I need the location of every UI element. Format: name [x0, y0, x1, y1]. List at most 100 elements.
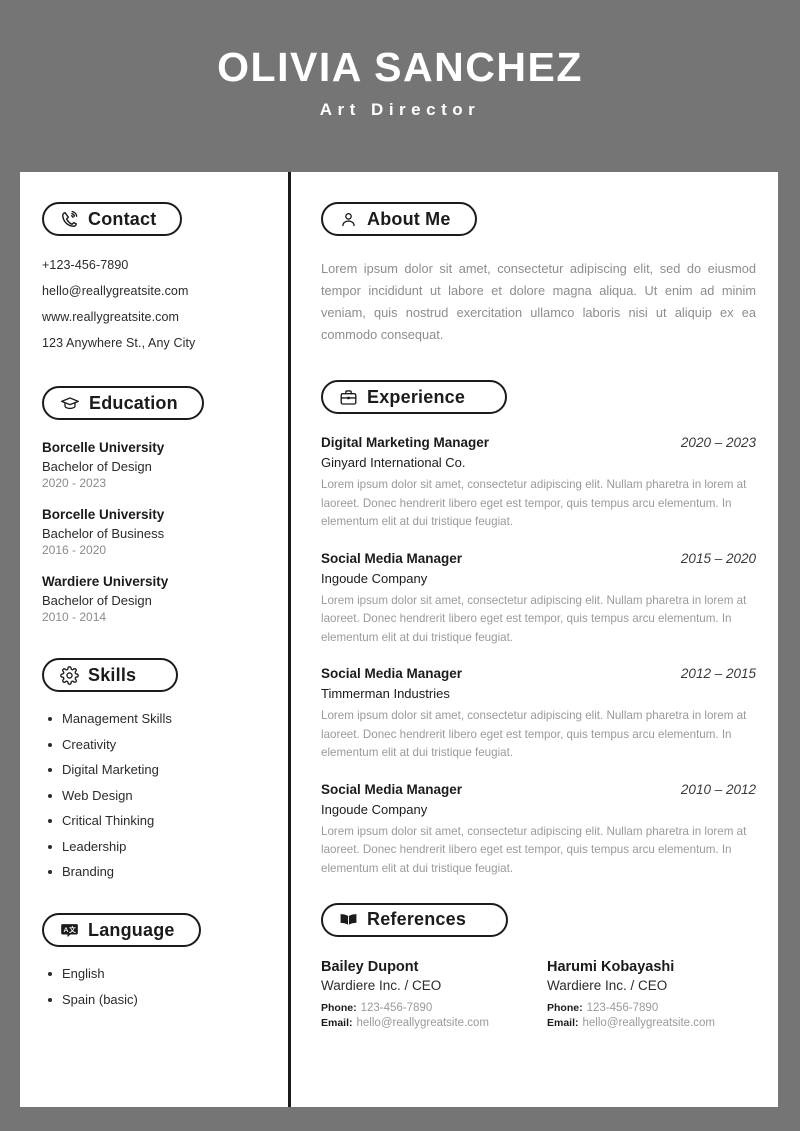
experience-header: Social Media Manager 2010 – 2012	[321, 782, 756, 797]
education-degree: Bachelor of Design	[42, 593, 152, 608]
experience-company: Ingoude Company	[321, 570, 428, 586]
email-label: Email:	[321, 1016, 353, 1029]
education-years: 2010 - 2014	[42, 610, 107, 624]
email-label: Email:	[547, 1016, 579, 1029]
list-item: Management Skills	[42, 711, 266, 726]
list-item: Digital Marketing	[42, 762, 266, 777]
references-list: Bailey Dupont Wardiere Inc. / CEO Phone:…	[321, 959, 756, 1032]
education-school: Wardiere University	[42, 574, 169, 589]
experience-header: Social Media Manager 2012 – 2015	[321, 666, 756, 681]
left-column: Contact +123-456-7890 hello@reallygreats…	[20, 172, 288, 1107]
list-item: Web Design	[42, 788, 266, 803]
experience-header: Social Media Manager 2015 – 2020	[321, 551, 756, 566]
experience-years: 2012 – 2015	[680, 666, 756, 682]
reference-phone-row: Phone: 123-456-7890	[321, 1002, 489, 1014]
list-item: Critical Thinking	[42, 813, 266, 828]
contact-list: +123-456-7890 hello@reallygreatsite.com …	[42, 258, 266, 350]
experience-description: Lorem ipsum dolor sit amet, consectetur …	[321, 824, 747, 876]
reference-email-value: hello@reallygreatsite.com	[582, 1016, 715, 1029]
contact-address: 123 Anywhere St., Any City	[42, 336, 196, 350]
gear-icon	[60, 665, 79, 685]
experience-description: Lorem ipsum dolor sit amet, consectetur …	[321, 709, 747, 760]
about-me-text: Lorem ipsum dolor sit amet, consectetur …	[321, 261, 756, 342]
experience-role: Digital Marketing Manager	[321, 435, 490, 450]
experience-item: Social Media Manager 2010 – 2012 Ingoude…	[321, 782, 756, 879]
reference-title: Wardiere Inc. / CEO	[547, 977, 668, 993]
person-icon	[339, 210, 358, 229]
briefcase-icon	[339, 388, 358, 407]
job-role-subtitle: Art Director	[319, 100, 481, 120]
experience-item: Social Media Manager 2012 – 2015 Timmerm…	[321, 666, 756, 763]
section-heading-language: A 文 Language	[42, 913, 201, 947]
education-degree: Bachelor of Design	[42, 459, 152, 474]
education-school: Borcelle University	[42, 440, 165, 455]
skills-section: Skills Management Skills Creativity Digi…	[42, 658, 266, 879]
section-heading-about-me: About Me	[321, 202, 477, 236]
reference-item: Harumi Kobayashi Wardiere Inc. / CEO Pho…	[547, 959, 715, 1032]
list-item: Spain (basic)	[42, 992, 266, 1007]
section-heading-contact: Contact	[42, 202, 183, 236]
contact-phone[interactable]: +123-456-7890	[42, 258, 266, 272]
section-title-text: Language	[88, 919, 175, 940]
svg-text:A: A	[64, 927, 69, 934]
education-years: 2016 - 2020	[42, 543, 107, 557]
experience-role: Social Media Manager	[321, 666, 463, 682]
resume-page: OLIVIA SANCHEZ Art Director Contact +123…	[0, 0, 800, 1131]
contact-email[interactable]: hello@reallygreatsite.com	[42, 284, 266, 298]
section-title-text: Experience	[367, 386, 466, 407]
reference-name: Harumi Kobayashi	[547, 958, 675, 975]
education-list: Borcelle University Bachelor of Design 2…	[42, 440, 266, 624]
section-heading-education: Education	[42, 386, 204, 420]
reference-title: Wardiere Inc. / CEO	[321, 977, 442, 993]
list-item: English	[42, 966, 266, 981]
education-item: Borcelle University Bachelor of Business…	[42, 507, 266, 557]
experience-header: Digital Marketing Manager 2020 – 2023	[321, 435, 756, 450]
reference-phone-row: Phone: 123-456-7890	[547, 1002, 715, 1014]
experience-item: Digital Marketing Manager 2020 – 2023 Gi…	[321, 435, 756, 532]
section-title-text: Contact	[88, 208, 157, 229]
resume-header: OLIVIA SANCHEZ Art Director	[0, 0, 800, 166]
experience-description: Lorem ipsum dolor sit amet, consectetur …	[321, 593, 747, 644]
experience-section: Experience Digital Marketing Manager 202…	[321, 380, 756, 879]
section-title-text: Skills	[88, 664, 137, 685]
right-column: About Me Lorem ipsum dolor sit amet, con…	[291, 172, 778, 1107]
experience-item: Social Media Manager 2015 – 2020 Ingoude…	[321, 551, 756, 648]
education-years: 2020 - 2023	[42, 476, 107, 490]
experience-years: 2020 – 2023	[680, 435, 756, 450]
reference-email-value: hello@reallygreatsite.com	[356, 1016, 489, 1029]
list-item: Leadership	[42, 839, 266, 854]
experience-company: Ingoude Company	[321, 801, 428, 817]
education-school: Borcelle University	[42, 507, 165, 522]
translate-icon: A 文	[60, 921, 79, 940]
experience-company: Ginyard International Co.	[321, 455, 466, 470]
reference-email-row: Email: hello@reallygreatsite.com	[547, 1017, 715, 1029]
experience-years: 2015 – 2020	[680, 550, 756, 566]
contact-website[interactable]: www.reallygreatsite.com	[42, 310, 266, 324]
phone-icon	[60, 210, 79, 229]
reference-phone-value: 123-456-7890	[360, 1001, 433, 1014]
experience-years: 2010 – 2012	[680, 781, 756, 797]
experience-description: Lorem ipsum dolor sit amet, consectetur …	[321, 478, 747, 529]
list-item: Branding	[42, 864, 266, 879]
education-item: Wardiere University Bachelor of Design 2…	[42, 574, 266, 624]
page-title: OLIVIA SANCHEZ	[217, 43, 583, 90]
language-list: English Spain (basic)	[42, 966, 266, 1007]
phone-label: Phone:	[321, 1001, 357, 1014]
graduation-cap-icon	[60, 393, 80, 413]
section-heading-skills: Skills	[42, 658, 179, 692]
phone-label: Phone:	[547, 1001, 583, 1014]
experience-role: Social Media Manager	[321, 550, 463, 566]
list-item: Creativity	[42, 737, 266, 752]
section-title-text: References	[367, 909, 467, 930]
references-section: References Bailey Dupont Wardiere Inc. /…	[321, 902, 756, 1032]
section-title-text: About Me	[367, 208, 451, 229]
education-item: Borcelle University Bachelor of Design 2…	[42, 440, 266, 490]
open-book-icon	[339, 910, 358, 929]
experience-company: Timmerman Industries	[321, 686, 450, 702]
education-degree: Bachelor of Business	[42, 526, 165, 541]
section-title-text: Education	[89, 392, 178, 413]
reference-item: Bailey Dupont Wardiere Inc. / CEO Phone:…	[321, 959, 489, 1032]
experience-list: Digital Marketing Manager 2020 – 2023 Gi…	[321, 435, 756, 879]
section-heading-experience: Experience	[321, 380, 508, 414]
skills-list: Management Skills Creativity Digital Mar…	[42, 711, 266, 879]
